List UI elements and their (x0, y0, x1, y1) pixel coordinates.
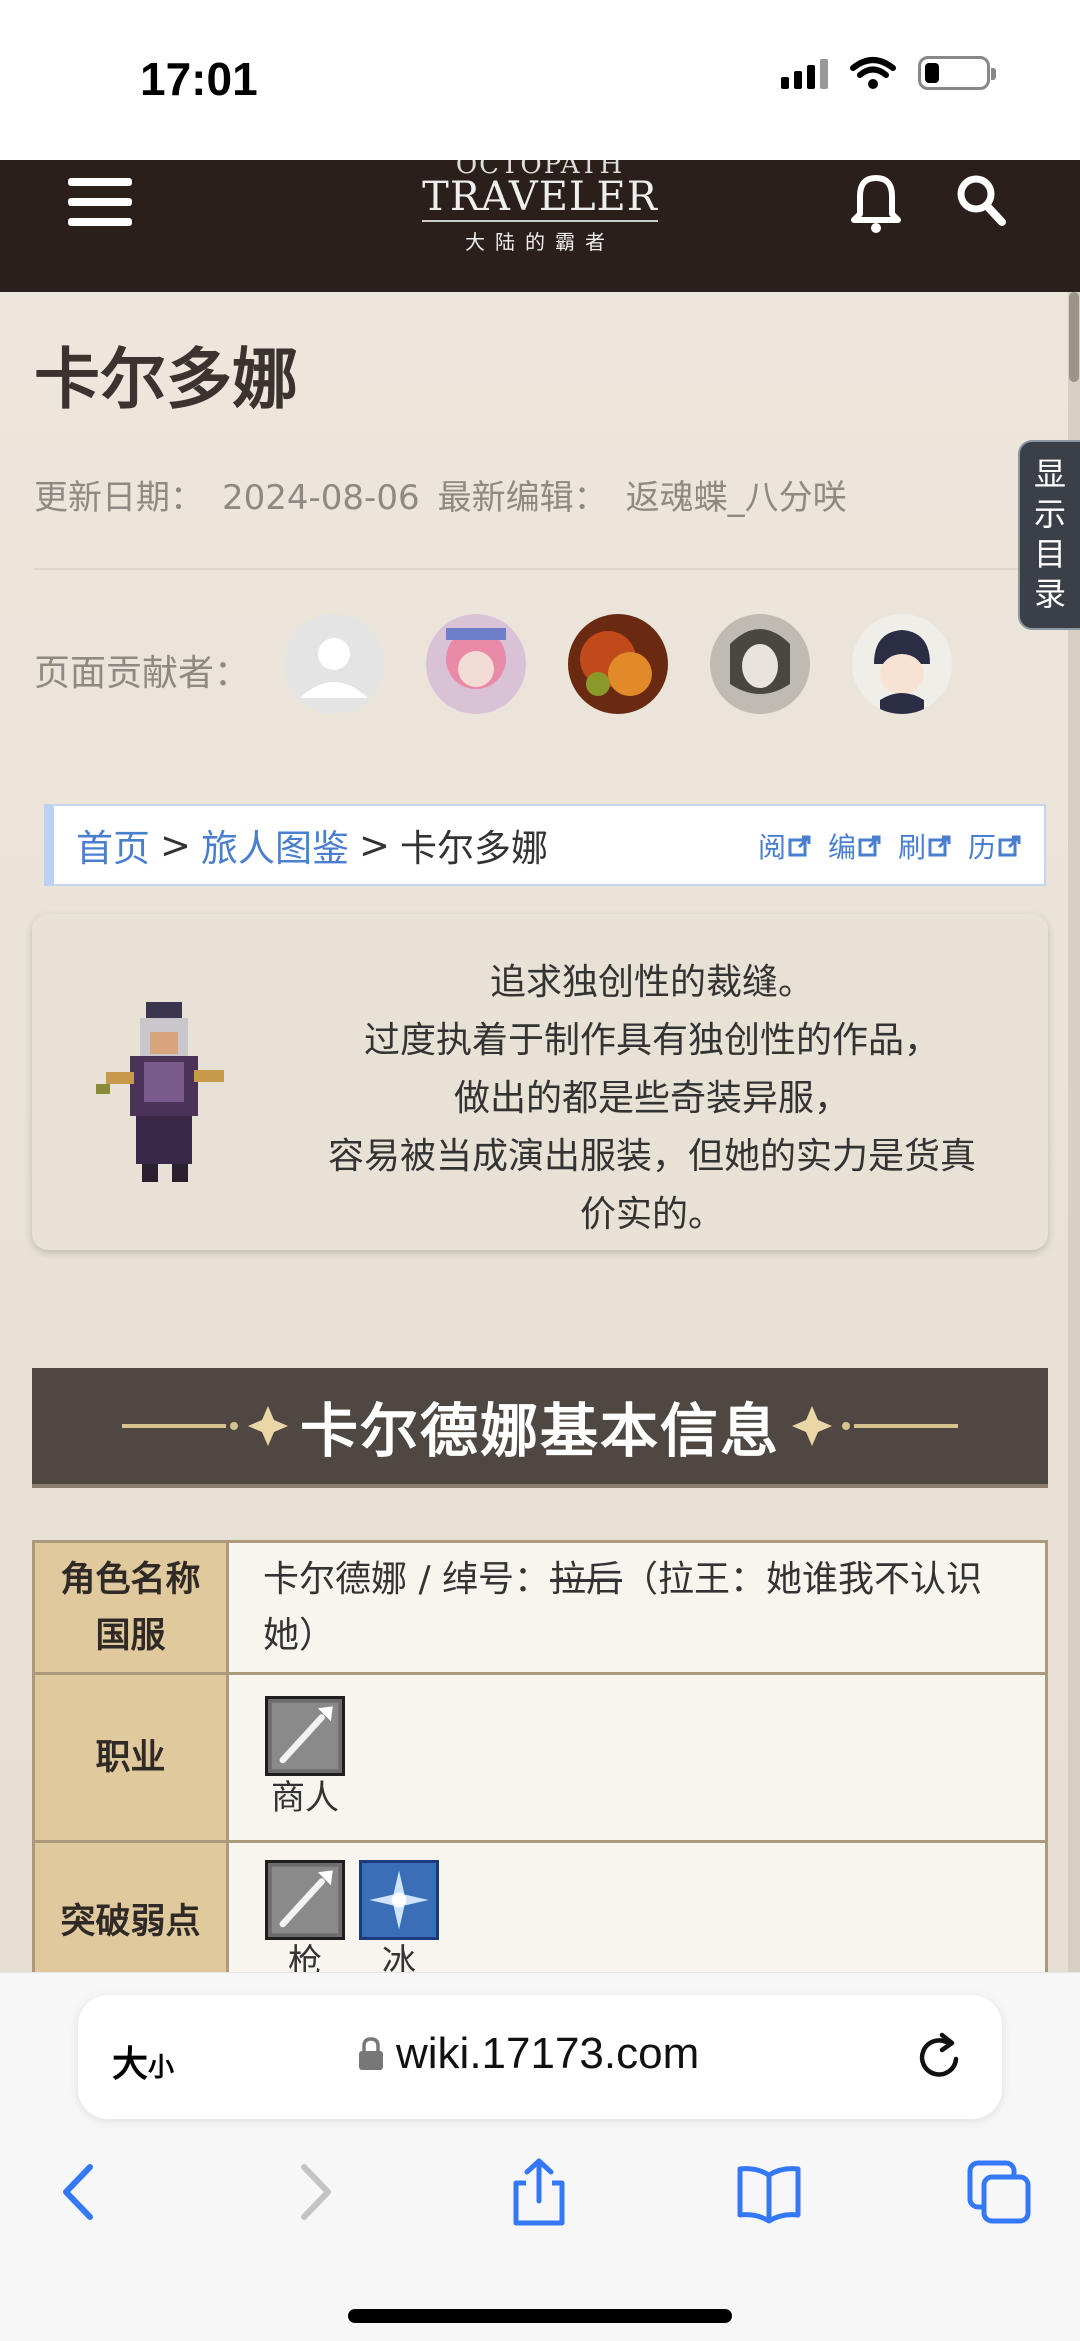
external-link-icon (788, 835, 811, 857)
view-source-link[interactable]: 阅 (758, 826, 812, 866)
ice-icon (359, 1859, 439, 1940)
tool-label: 阅 (757, 831, 786, 864)
contributor-avatar-default[interactable] (284, 614, 384, 714)
bookmarks-icon[interactable] (734, 2157, 804, 2227)
menu-icon[interactable] (68, 166, 132, 238)
page-title: 卡尔多娜 (34, 341, 298, 418)
breadcrumb-separator: > (359, 823, 391, 867)
reload-icon[interactable] (914, 2031, 966, 2083)
character-info-table: 角色名称 国服 卡尔德娜 / 绰号：拉后（拉王：她谁我不认识她） 职业 商人 突… (32, 1540, 1048, 1972)
update-date: 2024-08-06 (222, 478, 420, 518)
breadcrumb-home-link[interactable]: 首页 (76, 818, 150, 872)
home-indicator[interactable] (348, 2309, 732, 2323)
name-text: 卡尔德娜 / 绰号： (263, 1558, 551, 1600)
section-title: 卡尔德娜基本信息 (299, 1397, 780, 1465)
forward-icon[interactable] (278, 2157, 348, 2227)
tool-label: 历 (967, 831, 996, 864)
history-link[interactable]: 历 (968, 826, 1022, 866)
divider (34, 568, 1044, 570)
external-link-icon (858, 835, 881, 857)
edit-link[interactable]: 编 (828, 826, 882, 866)
table-cell-name: 卡尔德娜 / 绰号：拉后（拉王：她谁我不认识她） (226, 1540, 1048, 1675)
site-header: OCTOPATH TRAVELER 大陆的霸者 (0, 160, 1080, 292)
contributor-avatar-orange[interactable] (568, 614, 668, 714)
page-meta: 更新日期： 2024-08-06 最新编辑： 返魂蝶_八分咲 (34, 470, 865, 519)
table-header-weakness: 突破弱点 (32, 1840, 229, 1972)
table-cell-weakness: 枪 冰 (226, 1840, 1048, 1973)
weakness-spear[interactable]: 枪 (263, 1859, 347, 1973)
nickname-strike-text: 拉后 (550, 1558, 623, 1600)
weakness-label: 冰 (382, 1941, 416, 1973)
right-ornament-icon (792, 1406, 958, 1446)
intro-line: 容易被当成演出服装，但她的实力是货真 (327, 1136, 976, 1177)
contributors-label: 页面贡献者： (34, 653, 251, 694)
status-icons (781, 56, 996, 90)
external-link-icon (998, 835, 1021, 857)
toc-toggle-button[interactable]: 显示目录 (1018, 440, 1080, 630)
intro-line: 过度执着于制作具有独创性的作品， (363, 1020, 940, 1061)
contributor-avatar-chibi[interactable] (852, 614, 952, 714)
left-ornament-icon (121, 1406, 288, 1446)
weakness-ice[interactable]: 冰 (357, 1859, 441, 1973)
page-tools: 阅 编 刷 历 (758, 826, 1022, 866)
url-display[interactable]: wiki.17173.com (358, 2029, 699, 2079)
intro-line: 做出的都是些奇装异服， (453, 1078, 850, 1119)
external-link-icon (928, 835, 951, 857)
editor-name[interactable]: 返魂蝶_八分咲 (626, 478, 847, 518)
character-intro-text: 追求独创性的裁缝。 过度执着于制作具有独创性的作品， 做出的都是些奇装异服， 容… (282, 954, 1022, 1244)
update-label: 更新日期： (34, 478, 204, 518)
wifi-icon (850, 57, 896, 89)
spear-icon (265, 1695, 345, 1776)
page-content: 卡尔多娜 更新日期： 2024-08-06 最新编辑： 返魂蝶_八分咲 页面贡献者： … (0, 292, 1080, 1972)
breadcrumb-separator: > (160, 823, 192, 867)
table-header-name: 角色名称 国服 (32, 1540, 229, 1675)
character-sprite (96, 1002, 224, 1182)
breadcrumb-section-link[interactable]: 旅人图鉴 (201, 818, 349, 872)
search-icon[interactable] (952, 168, 1012, 232)
table-cell-job: 商人 (226, 1672, 1048, 1843)
logo-line3: 大陆的霸者 (465, 230, 615, 254)
intro-line: 价实的。 (579, 1194, 724, 1235)
job-merchant[interactable]: 商人 (263, 1695, 347, 1820)
table-row: 职业 商人 (32, 1672, 1048, 1843)
bell-icon[interactable] (846, 166, 906, 236)
spear-icon (265, 1859, 345, 1940)
back-icon[interactable] (46, 2157, 116, 2227)
breadcrumb-current: 卡尔多娜 (400, 827, 549, 870)
table-header-job: 职业 (32, 1672, 229, 1843)
status-time: 17:01 (140, 53, 258, 105)
section-banner: 卡尔德娜基本信息 (32, 1368, 1048, 1488)
table-header-line: 角色名称 (60, 1559, 201, 1600)
editor-label: 最新编辑： (437, 478, 608, 518)
text-size-button[interactable]: 大小 (112, 2035, 174, 2087)
contributor-avatar-sketch[interactable] (710, 614, 810, 714)
text-size-small: 小 (148, 2053, 175, 2083)
breadcrumb: 首页 > 旅人图鉴 > 卡尔多娜 阅 编 刷 历 (44, 804, 1046, 886)
logo-line2: TRAVELER (422, 174, 658, 222)
address-bar[interactable]: 大小 wiki.17173.com (78, 1995, 1002, 2119)
table-row: 突破弱点 枪 冰 (32, 1840, 1048, 1973)
url-text: wiki.17173.com (396, 2029, 700, 2078)
battery-icon (918, 56, 996, 90)
character-intro-card: 追求独创性的裁缝。 过度执着于制作具有独创性的作品， 做出的都是些奇装异服， 容… (32, 914, 1048, 1250)
tool-label: 编 (827, 831, 856, 864)
intro-line: 追求独创性的裁缝。 (489, 962, 814, 1003)
table-row: 角色名称 国服 卡尔德娜 / 绰号：拉后（拉王：她谁我不认识她） (32, 1540, 1048, 1675)
table-header-line: 国服 (95, 1615, 166, 1656)
weakness-label: 枪 (288, 1941, 322, 1973)
site-logo[interactable]: OCTOPATH TRAVELER 大陆的霸者 (420, 160, 660, 260)
status-bar: 17:01 (0, 0, 1080, 160)
contributor-avatar-pink[interactable] (426, 614, 526, 714)
text-size-label: 大 (112, 2044, 149, 2085)
job-label: 商人 (271, 1777, 339, 1818)
cellular-signal-icon (781, 57, 828, 89)
refresh-link[interactable]: 刷 (898, 826, 952, 866)
tabs-icon[interactable] (964, 2157, 1034, 2227)
lock-icon (359, 2037, 383, 2070)
browser-toolbar: 大小 wiki.17173.com (0, 1972, 1080, 2341)
logo-line1: OCTOPATH (420, 160, 660, 174)
share-icon[interactable] (504, 2157, 574, 2227)
tool-label: 刷 (897, 831, 926, 864)
